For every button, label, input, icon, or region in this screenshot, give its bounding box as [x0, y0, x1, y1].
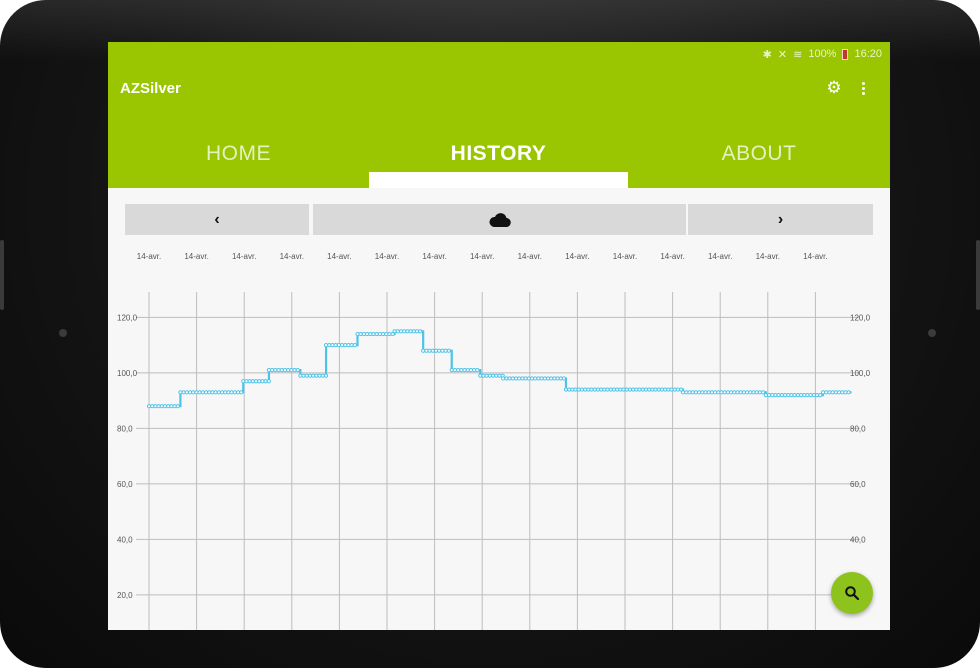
- x-tick-label: 14-avr.: [375, 252, 399, 261]
- x-tick-label: 14-avr.: [184, 252, 208, 261]
- series-line: [149, 330, 852, 408]
- cloud-icon: [488, 212, 511, 227]
- wifi-icon: ≋: [793, 48, 803, 61]
- tab-indicator: [369, 172, 628, 188]
- app-title: AZSilver: [120, 80, 181, 97]
- y-tick-label-left: 40,0: [117, 535, 133, 544]
- y-tick-label-right: 60,0: [850, 480, 866, 489]
- y-tick-label-right: 40,0: [850, 535, 866, 544]
- bluetooth-icon: ✱: [762, 48, 772, 61]
- x-tick-label: 14-avr.: [613, 252, 637, 261]
- gear-icon[interactable]: ⚙: [824, 78, 844, 98]
- x-tick-label: 14-avr.: [660, 252, 684, 261]
- y-tick-label-left: 60,0: [117, 480, 133, 489]
- previous-button[interactable]: ‹: [125, 204, 309, 235]
- data-point: [846, 390, 851, 395]
- data-point: [561, 376, 567, 381]
- x-tick-label: 14-avr.: [280, 252, 304, 261]
- search-button[interactable]: [831, 572, 873, 614]
- y-tick-label-left: 120,0: [117, 313, 138, 322]
- y-tick-label-right: 100,0: [850, 369, 871, 378]
- battery-level: 100%: [808, 48, 837, 60]
- battery-icon: [842, 48, 849, 60]
- tablet-sensor: [59, 329, 67, 337]
- status-bar: ✱ ✕ ≋ 100% 16:20: [763, 46, 882, 62]
- data-point: [266, 379, 271, 384]
- app-screen: ✱ ✕ ≋ 100% 16:20 AZSilver ⚙ HOME HISTORY…: [108, 42, 890, 630]
- y-tick-label-right: 80,0: [850, 424, 866, 433]
- tablet-sensor: [928, 329, 936, 337]
- tablet-side-button: [976, 240, 980, 310]
- app-bar: ✱ ✕ ≋ 100% 16:20 AZSilver ⚙ HOME HISTORY…: [108, 42, 890, 188]
- x-tick-label: 14-avr.: [470, 252, 494, 261]
- data-point: [239, 390, 244, 395]
- history-chart: 14-avr. 14-avr. 14-avr. 14-avr. 14-avr. 14-av…: [117, 252, 871, 630]
- x-tick-label: 14-avr.: [422, 252, 446, 261]
- tab-history[interactable]: HISTORY: [369, 134, 628, 174]
- x-tick-label: 14-avr.: [803, 252, 827, 261]
- x-tick-label: 14-avr.: [756, 252, 780, 261]
- data-point: [446, 348, 451, 353]
- data-point: [295, 368, 300, 373]
- x-tick-label: 14-avr.: [708, 252, 732, 261]
- y-tick-label-left: 80,0: [117, 424, 133, 433]
- x-tick-label: 14-avr.: [565, 252, 589, 261]
- x-tick-label: 14-avr.: [137, 252, 161, 261]
- x-tick-label: 14-avr.: [327, 252, 351, 261]
- search-icon: [845, 586, 860, 601]
- more-vert-icon[interactable]: [856, 78, 870, 98]
- tab-home[interactable]: HOME: [108, 134, 369, 174]
- data-point: [175, 404, 180, 409]
- x-tick-label: 14-avr.: [518, 252, 542, 261]
- data-point: [760, 390, 766, 395]
- data-point: [418, 329, 423, 334]
- y-tick-label-left: 20,0: [117, 591, 133, 600]
- tablet-frame: ✱ ✕ ≋ 100% 16:20 AZSilver ⚙ HOME HISTORY…: [0, 0, 980, 668]
- next-button[interactable]: ›: [688, 204, 873, 235]
- clock: 16:20: [854, 48, 882, 60]
- data-point: [352, 343, 357, 348]
- weather-button[interactable]: [313, 204, 686, 235]
- signal-icon: ✕: [777, 48, 788, 61]
- x-tick-label: 14-avr.: [232, 252, 256, 261]
- y-tick-label-right: 120,0: [850, 313, 871, 322]
- data-point: [818, 392, 823, 398]
- data-point: [475, 368, 480, 373]
- data-point: [323, 373, 329, 378]
- tablet-side-button: [0, 240, 4, 310]
- tab-about[interactable]: ABOUT: [628, 134, 890, 174]
- y-tick-label-left: 100,0: [117, 369, 138, 378]
